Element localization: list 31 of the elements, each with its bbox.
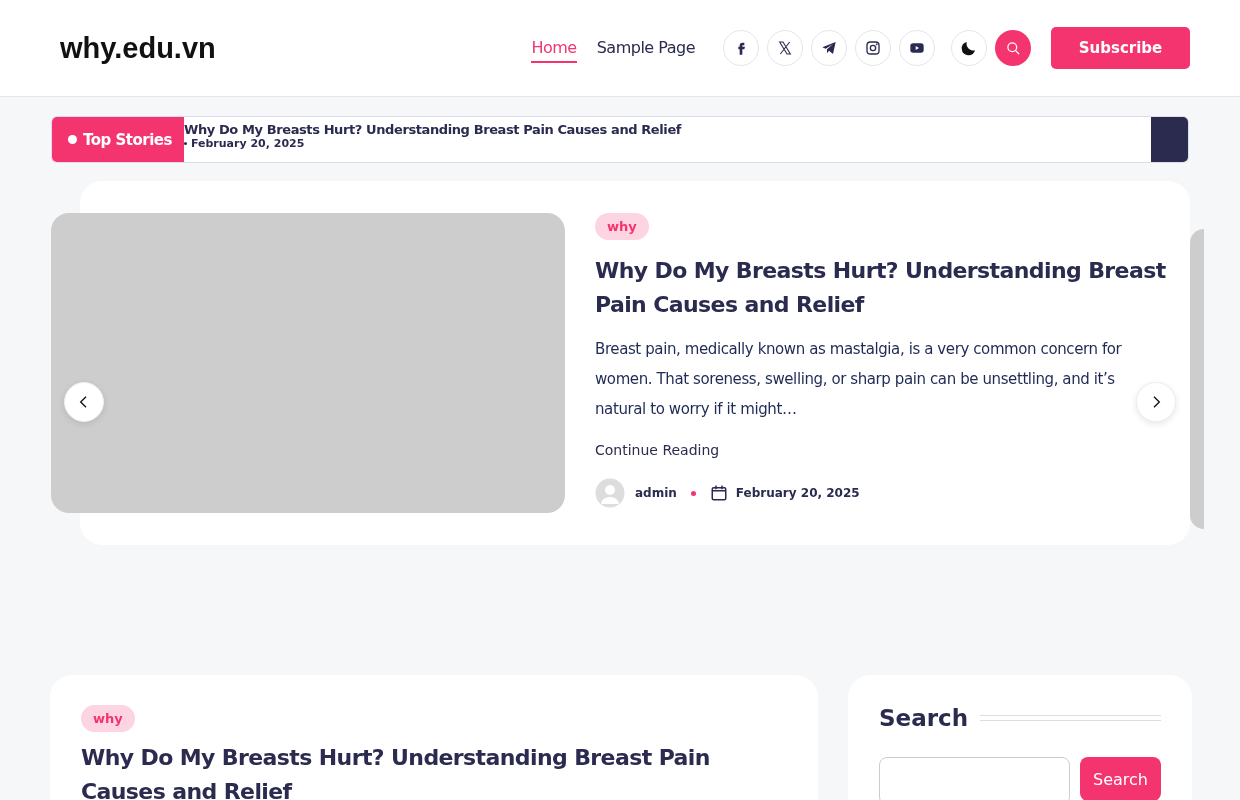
search-button[interactable]	[995, 30, 1031, 66]
social-button[interactable]	[899, 30, 935, 66]
moon-icon	[960, 39, 978, 57]
search-icon	[1005, 40, 1021, 56]
ticker-date: February 20, 2025	[183, 137, 1151, 150]
social-button[interactable]	[855, 30, 891, 66]
slide-title[interactable]: Why Do My Breasts Hurt? Understanding Breast Pain Causes and Relief	[595, 254, 1166, 322]
youtube-icon	[909, 40, 925, 56]
x-icon	[777, 40, 793, 56]
dark-mode-toggle[interactable]	[951, 30, 987, 66]
instagram-icon	[865, 40, 881, 56]
paper-plane-icon	[821, 40, 837, 56]
social-button[interactable]	[767, 30, 803, 66]
ticker-headline[interactable]: Why Do My Breasts Hurt? Understanding Breast Pain Causes and Relief	[183, 122, 1151, 137]
post-title[interactable]: Why Do My Breasts Hurt? Understanding Breast Pain Causes and Relief	[81, 741, 787, 800]
calendar-icon	[709, 484, 728, 502]
subscribe-button[interactable]: Subscribe	[1051, 27, 1190, 69]
continue-reading-link[interactable]: Continue Reading	[595, 442, 720, 458]
search-field[interactable]	[879, 757, 1070, 800]
search-submit-button[interactable]: Search	[1080, 757, 1161, 800]
avatar-icon	[595, 478, 625, 508]
social-button[interactable]	[723, 30, 759, 66]
site-logo[interactable]: why.edu.vn	[60, 31, 532, 65]
slide-excerpt: Breast pain, medically known as mastalgia, is a very common concern for women. That soreness, swelling, or sharp pain can be unsettling, and it’s natural to worry if it might…	[595, 339, 1123, 420]
ticker-label: Top Stories	[52, 117, 184, 162]
nav-link[interactable]: Sample Page	[596, 33, 695, 63]
author-name[interactable]: admin	[635, 486, 677, 500]
social-button[interactable]	[811, 30, 847, 66]
post-date: February 20, 2025	[735, 486, 860, 500]
widget-title: Search	[879, 705, 969, 731]
nav-link[interactable]: Home	[531, 33, 577, 63]
